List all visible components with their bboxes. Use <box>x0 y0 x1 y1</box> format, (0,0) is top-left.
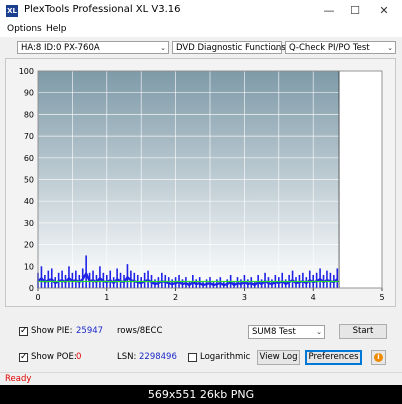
menu-options[interactable]: Options <box>7 24 42 34</box>
title-bar: XL PlexTools Professional XL V3.16 — ☐ ✕ <box>0 0 402 23</box>
preferences-button[interactable]: Preferences <box>305 350 362 365</box>
menu-help[interactable]: Help <box>46 24 67 34</box>
status-text: Ready <box>5 374 32 384</box>
chevron-down-icon: ⌄ <box>387 44 393 52</box>
check-icon: ✓ <box>20 326 28 336</box>
app-logo-icon: XL <box>6 5 18 17</box>
start-button[interactable]: Start <box>339 324 387 339</box>
y-tick-label: 20 <box>24 241 34 250</box>
y-tick-label: 40 <box>24 197 34 206</box>
y-tick-label: 10 <box>24 262 34 271</box>
sum-test-select[interactable]: SUM8 Test ⌄ <box>248 325 325 339</box>
x-tick-label: 1 <box>104 293 109 302</box>
x-tick-label: 2 <box>173 293 178 302</box>
function-select[interactable]: DVD Diagnostic Functions ⌄ <box>172 41 286 54</box>
image-caption: 569x551 26kb PNG <box>0 385 402 404</box>
y-tick-label: 90 <box>24 89 34 98</box>
y-tick-label: 60 <box>24 154 34 163</box>
chevron-down-icon: ⌄ <box>273 44 279 52</box>
x-axis: 0 1 2 3 4 5 <box>35 288 385 302</box>
y-tick-label: 80 <box>24 110 34 119</box>
y-tick-label: 50 <box>24 176 34 185</box>
maximize-icon[interactable]: ☐ <box>343 2 367 20</box>
lsn-label: LSN: <box>117 352 137 362</box>
chevron-down-icon: ⌄ <box>316 328 322 336</box>
lsn-value: 2298496 <box>139 352 177 362</box>
close-icon[interactable]: ✕ <box>372 2 396 20</box>
minimize-icon[interactable]: — <box>317 2 341 20</box>
window-title: PlexTools Professional XL V3.16 <box>24 4 181 15</box>
pi-po-chart: 0 10 20 30 40 50 60 70 80 90 100 0 1 2 3 4 5 <box>19 67 385 302</box>
y-tick-label: 70 <box>24 132 34 141</box>
logarithmic-label: Logarithmic <box>200 352 251 362</box>
chart-frame: 0 10 20 30 40 50 60 70 80 90 100 0 1 2 3 4 5 <box>5 58 396 307</box>
unscanned-area <box>339 71 382 288</box>
info-icon: i <box>374 353 383 362</box>
drive-select-value: HA:8 ID:0 PX-760A <box>21 43 100 53</box>
test-select[interactable]: Q-Check PI/PO Test ⌄ <box>285 41 396 54</box>
info-button[interactable]: i <box>371 350 386 365</box>
sum-test-select-value: SUM8 Test <box>252 327 296 337</box>
show-poe-checkbox[interactable]: ✓ <box>19 352 28 362</box>
test-select-value: Q-Check PI/PO Test <box>289 43 370 53</box>
pie-value: 25947 <box>76 326 104 336</box>
logarithmic-checkbox[interactable] <box>188 353 197 362</box>
check-icon: ✓ <box>20 352 28 362</box>
x-tick-label: 3 <box>242 293 247 302</box>
show-poe-label: Show POE: <box>31 352 77 362</box>
y-tick-label: 100 <box>19 67 34 76</box>
chevron-down-icon: ⌄ <box>160 44 166 52</box>
pie-unit: rows/8ECC <box>117 326 163 336</box>
status-bar: Ready <box>0 372 402 386</box>
y-tick-label: 30 <box>24 219 34 228</box>
drive-select[interactable]: HA:8 ID:0 PX-760A ⌄ <box>17 41 169 54</box>
poe-value: 0 <box>76 352 82 362</box>
show-pie-label: Show PIE: <box>31 326 73 336</box>
y-tick-label: 0 <box>29 284 34 293</box>
x-tick-label: 0 <box>35 293 40 302</box>
show-pie-checkbox[interactable]: ✓ <box>19 326 28 336</box>
x-tick-label: 5 <box>379 293 384 302</box>
function-select-value: DVD Diagnostic Functions <box>176 43 286 53</box>
menu-bar: Options Help <box>0 22 402 37</box>
view-log-button[interactable]: View Log <box>257 350 300 365</box>
x-tick-label: 4 <box>311 293 316 302</box>
y-axis: 0 10 20 30 40 50 60 70 80 90 100 <box>19 67 34 293</box>
